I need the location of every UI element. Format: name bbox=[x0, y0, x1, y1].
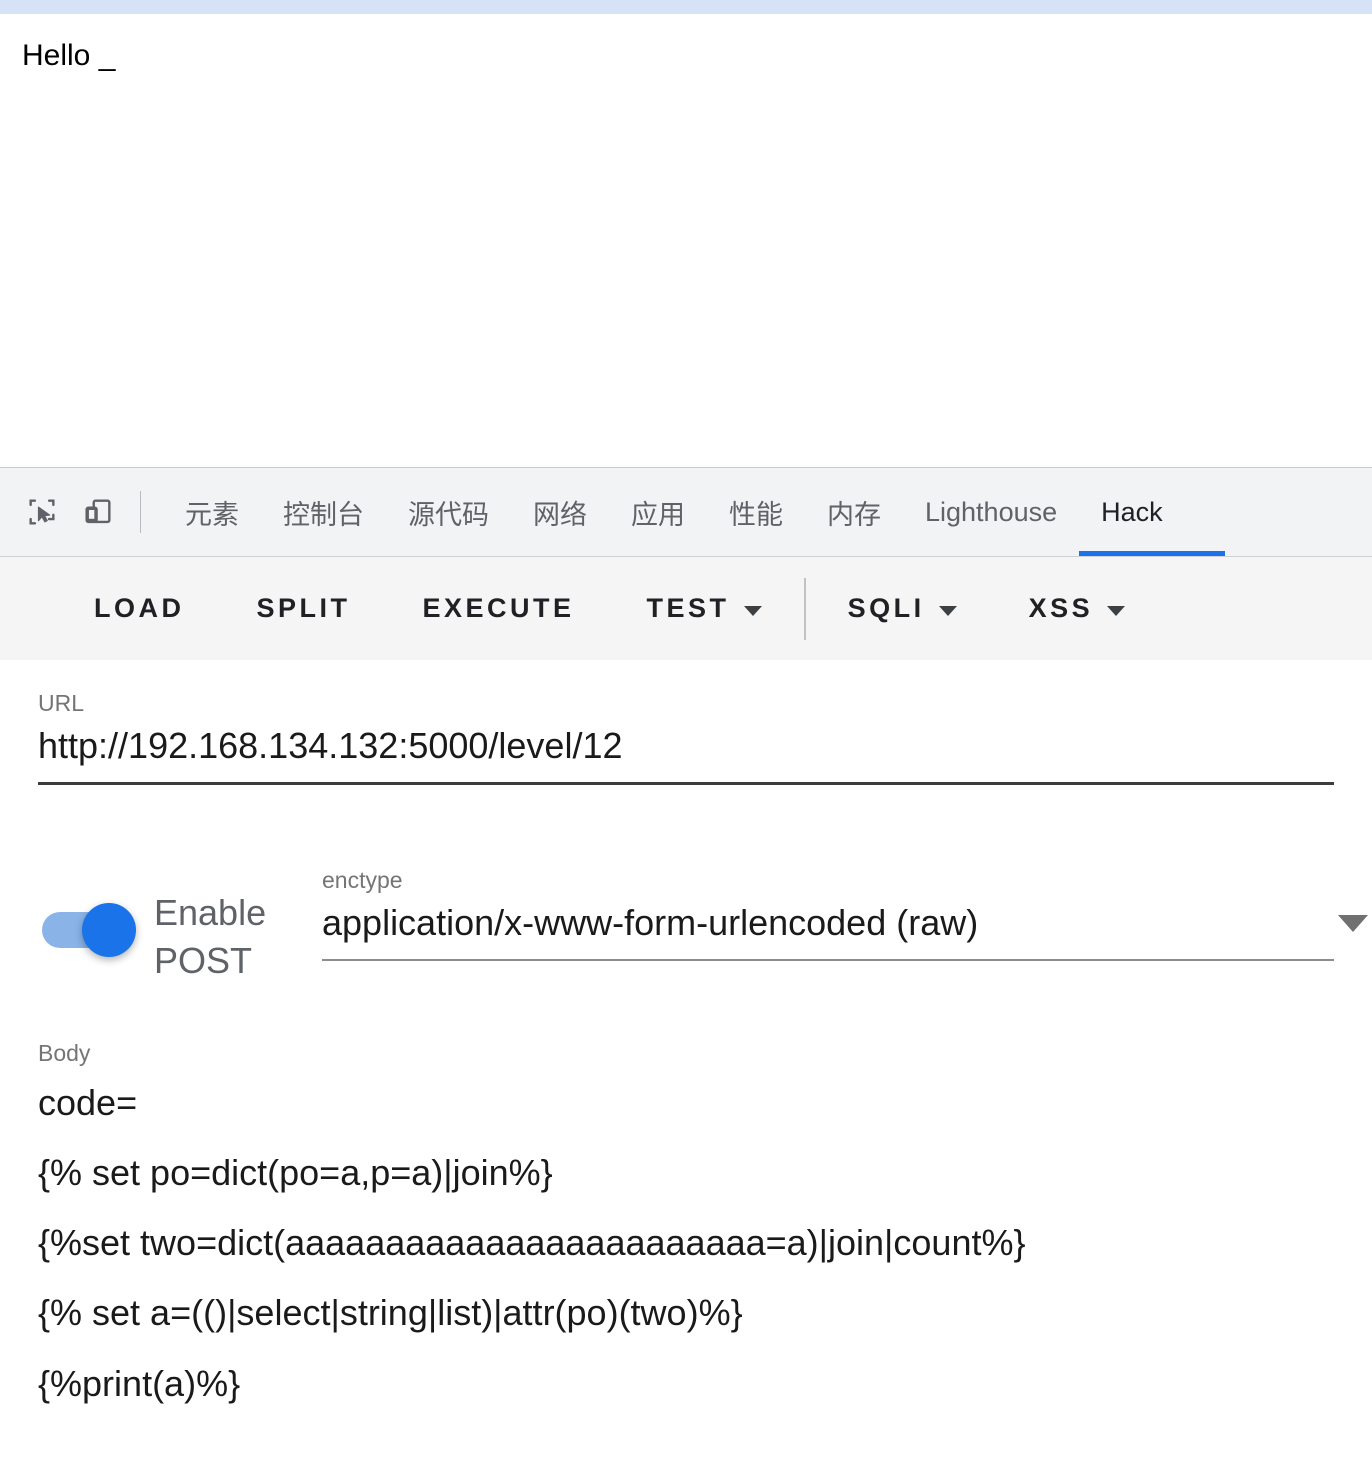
test-button-label: TEST bbox=[646, 593, 730, 623]
tab-memory[interactable]: 内存 bbox=[805, 468, 903, 556]
xss-button-label: XSS bbox=[1028, 593, 1094, 623]
body-line: {% set po=dict(po=a,p=a)|join%} bbox=[38, 1152, 553, 1193]
chevron-down-icon bbox=[938, 605, 957, 616]
execute-button[interactable]: EXECUTE bbox=[413, 593, 585, 624]
execute-button-label: EXECUTE bbox=[422, 593, 575, 623]
tab-network[interactable]: 网络 bbox=[511, 468, 609, 556]
body-line: {%set two=dict(aaaaaaaaaaaaaaaaaaaaaaaa=… bbox=[38, 1222, 1026, 1264]
chevron-down-icon bbox=[1107, 605, 1126, 616]
enctype-label: enctype bbox=[322, 867, 403, 894]
body-line: code= bbox=[38, 1081, 138, 1123]
device-toolbar-icon[interactable] bbox=[70, 484, 126, 540]
tab-lighthouse[interactable]: Lighthouse bbox=[903, 468, 1079, 556]
devtools-tabbar: 元素 控制台 源代码 网络 应用 性能 内存 Lighthouse Hack bbox=[0, 467, 1372, 557]
tab-hack[interactable]: Hack bbox=[1079, 468, 1224, 556]
toolbar-divider bbox=[140, 491, 141, 533]
toolbar-group-divider bbox=[803, 577, 806, 640]
split-button-label: SPLIT bbox=[256, 593, 351, 623]
chevron-down-icon[interactable] bbox=[1338, 915, 1368, 933]
browser-top-bar bbox=[0, 0, 1372, 14]
tab-elements[interactable]: 元素 bbox=[163, 468, 261, 556]
enable-post-toggle[interactable] bbox=[38, 903, 136, 958]
body-textarea[interactable]: code= {% set po=dict(po=a,p=a)|join%} {%… bbox=[38, 1068, 1334, 1419]
url-input[interactable]: http://192.168.134.132:5000/level/12 bbox=[38, 718, 1334, 786]
body-line: {% set a=(()|select|string|list)|attr(po… bbox=[38, 1292, 743, 1334]
body-label: Body bbox=[38, 1040, 91, 1067]
test-dropdown-button[interactable]: TEST bbox=[637, 593, 772, 624]
url-field: URL http://192.168.134.132:5000/level/12 bbox=[38, 690, 1334, 786]
devtools-panel: 元素 控制台 源代码 网络 应用 性能 内存 Lighthouse Hack L… bbox=[0, 467, 1372, 1460]
split-button[interactable]: SPLIT bbox=[247, 593, 361, 624]
hack-toolbar: LOAD SPLIT EXECUTE TEST SQLI XSS bbox=[0, 557, 1372, 660]
tab-application[interactable]: 应用 bbox=[609, 468, 707, 556]
load-button[interactable]: LOAD bbox=[84, 593, 195, 624]
url-label: URL bbox=[38, 690, 85, 716]
sqli-dropdown-button[interactable]: SQLI bbox=[838, 593, 967, 624]
sqli-button-label: SQLI bbox=[847, 593, 925, 623]
hack-form: URL http://192.168.134.132:5000/level/12… bbox=[0, 660, 1372, 1460]
tab-console[interactable]: 控制台 bbox=[261, 468, 386, 556]
body-field: Body code= {% set po=dict(po=a,p=a)|join… bbox=[38, 1040, 1334, 1419]
toggle-knob bbox=[82, 903, 136, 958]
page-hello-text: Hello _ bbox=[22, 39, 116, 72]
enable-post-label: Enable POST bbox=[154, 892, 267, 981]
tab-sources[interactable]: 源代码 bbox=[386, 468, 511, 556]
enctype-select[interactable]: application/x-www-form-urlencoded (raw) bbox=[322, 895, 1334, 962]
chevron-down-icon bbox=[743, 605, 762, 616]
rendered-page-content: Hello _ bbox=[0, 14, 1372, 467]
enctype-field: enctype application/x-www-form-urlencode… bbox=[322, 867, 1368, 962]
tab-performance[interactable]: 性能 bbox=[707, 468, 805, 556]
body-line: {%print(a)%} bbox=[38, 1362, 241, 1404]
inspect-element-icon[interactable] bbox=[14, 484, 70, 540]
xss-dropdown-button[interactable]: XSS bbox=[1019, 593, 1136, 624]
load-button-label: LOAD bbox=[94, 593, 185, 623]
post-row: Enable POST enctype application/x-www-fo… bbox=[38, 861, 1368, 984]
